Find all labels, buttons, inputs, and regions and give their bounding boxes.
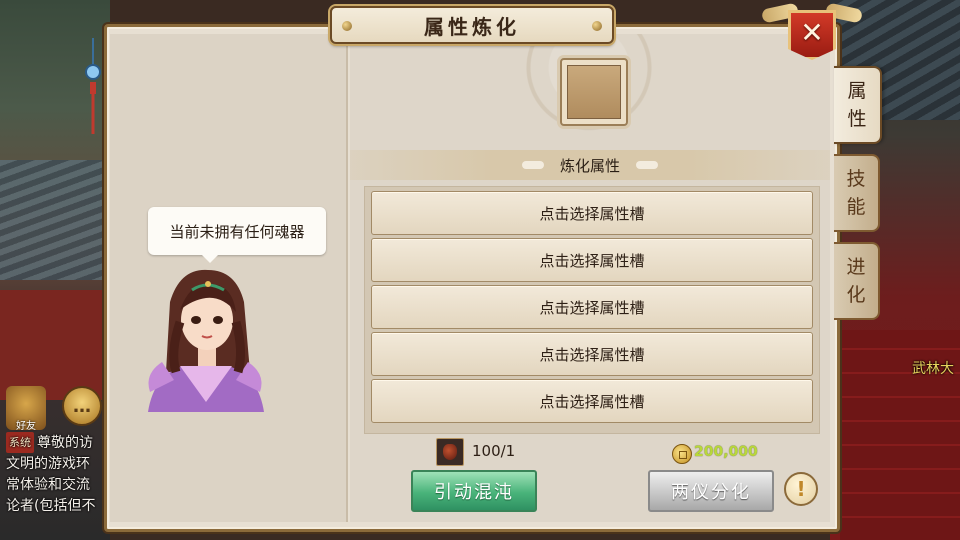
material-stone-icon[interactable] [436,438,464,466]
attribute-slot-button[interactable]: 点击选择属性槽 [371,379,813,423]
chat-system-tag: 系统 [6,432,34,453]
coin-icon [672,444,692,464]
attribute-slot-list: 点击选择属性槽 点击选择属性槽 点击选择属性槽 点击选择属性槽 点击选择属性槽 [364,186,820,434]
rivet-icon [342,21,352,31]
character-portrait [148,269,264,412]
item-slot[interactable] [560,58,628,126]
dialog-title-plate: 属性炼化 [330,6,614,44]
hanging-ornament-icon [85,38,101,134]
dialog-title: 属性炼化 [424,14,520,39]
material-count: 100/1 [472,442,516,460]
chat-line: 论者(包括但不 [6,498,96,514]
section-title: 炼化属性 [559,156,620,175]
chat-bubble-icon[interactable]: … [62,386,102,426]
cloud-decor-icon [636,161,658,169]
chaos-refine-button[interactable]: 引动混沌 [411,470,537,512]
tab-evolve[interactable]: 进 化 [834,242,880,320]
wall-left [0,290,110,400]
attribute-slot-button[interactable]: 点击选择属性槽 [371,238,813,282]
friends-button[interactable]: 好友 [6,386,46,432]
attribute-slot-button[interactable]: 点击选择属性槽 [371,332,813,376]
attribute-slot-button[interactable]: 点击选择属性槽 [371,285,813,329]
cloud-decor-icon [521,161,544,169]
rivet-icon [592,21,602,31]
friends-label: 好友 [16,421,36,432]
item-slot-empty [567,65,621,119]
help-icon[interactable]: ! [784,472,818,506]
split-button[interactable]: 两仪分化 [648,470,774,512]
tab-attributes[interactable]: 属 性 [834,66,882,144]
speech-bubble: 当前未拥有任何魂器 [148,207,326,263]
roof-left [0,160,110,280]
chat-line: 文明的游戏环 [6,456,90,472]
chat-log[interactable]: 系统 尊敬的访 文明的游戏环 常体验和交流 论者(包括但不 [0,432,110,540]
close-icon: ✕ [800,16,824,49]
chat-line: 系统 尊敬的访 [0,432,110,454]
coin-cost: 200,000 [694,444,758,460]
tab-skills[interactable]: 技 能 [834,154,880,232]
npc-name-label[interactable]: 武林大 [912,358,954,378]
chat-line: 常体验和交流 [6,477,90,493]
section-header: 炼化属性 [350,150,830,180]
attribute-slot-button[interactable]: 点击选择属性槽 [371,191,813,235]
